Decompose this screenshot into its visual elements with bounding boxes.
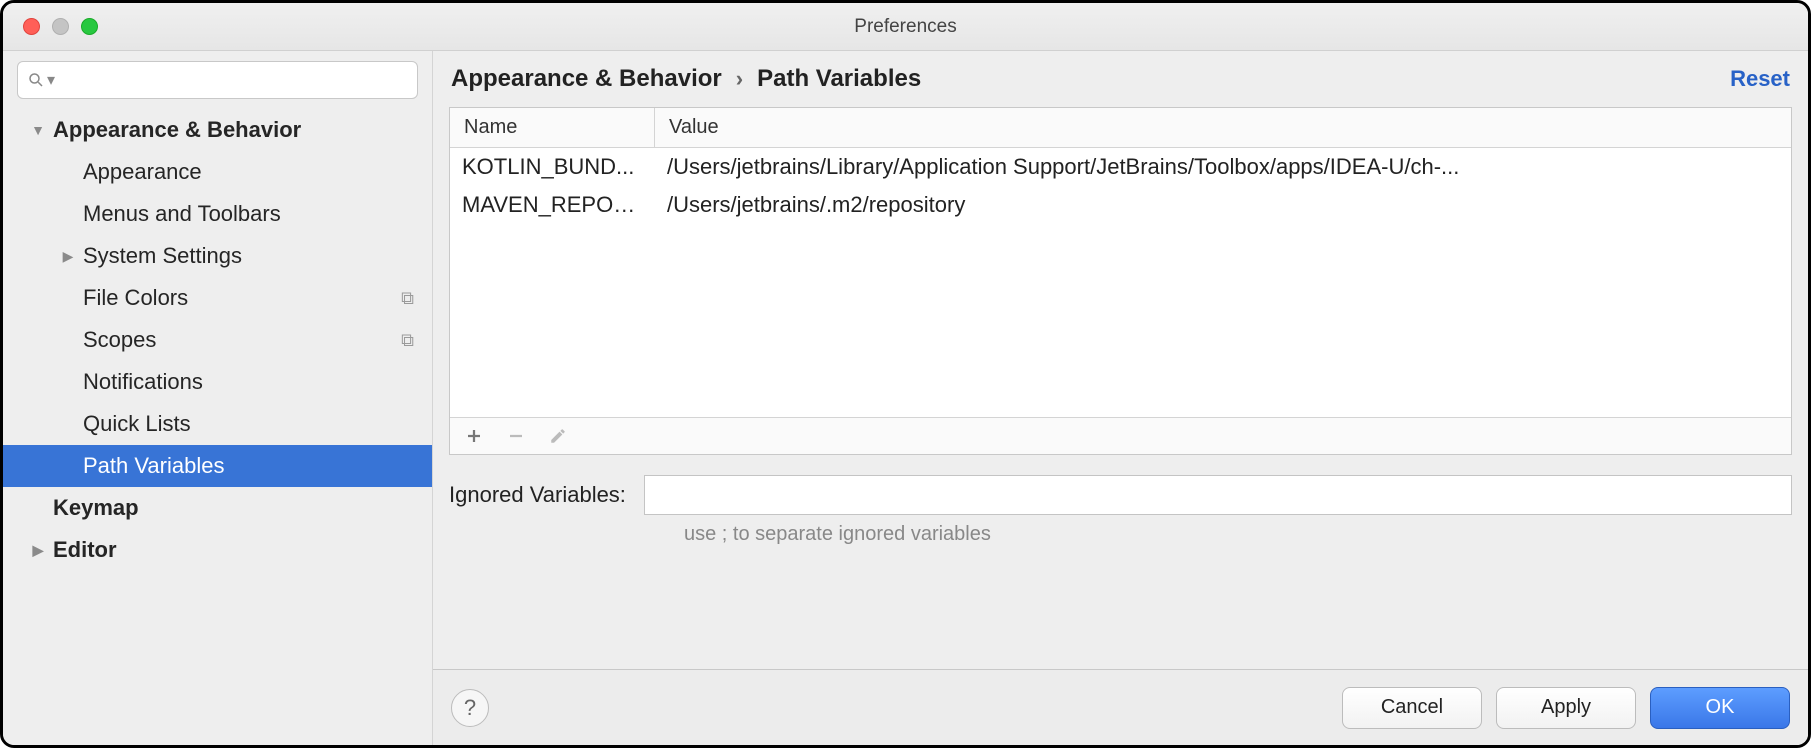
cancel-button[interactable]: Cancel bbox=[1342, 687, 1482, 729]
content-area: Appearance & Behavior › Path Variables R… bbox=[433, 51, 1808, 745]
sidebar-item-appearance-behavior[interactable]: Appearance & Behavior bbox=[3, 109, 432, 151]
column-header-value[interactable]: Value bbox=[655, 108, 1791, 147]
breadcrumb-root: Appearance & Behavior bbox=[451, 65, 722, 93]
reset-link[interactable]: Reset bbox=[1730, 66, 1790, 92]
cell-value: /Users/jetbrains/Library/Application Sup… bbox=[655, 148, 1791, 186]
breadcrumb-separator: › bbox=[736, 66, 743, 92]
sidebar-item-label: Menus and Toolbars bbox=[83, 201, 420, 227]
sidebar-item-system-settings[interactable]: System Settings bbox=[3, 235, 432, 277]
table-toolbar bbox=[450, 417, 1791, 454]
sidebar-item-file-colors[interactable]: File Colors⧉ bbox=[3, 277, 432, 319]
ignored-variables-input[interactable] bbox=[644, 475, 1792, 515]
sidebar-item-editor[interactable]: Editor bbox=[3, 529, 432, 571]
breadcrumb: Appearance & Behavior › Path Variables R… bbox=[433, 51, 1808, 103]
ignored-variables-label: Ignored Variables: bbox=[449, 482, 626, 508]
ignored-variables-hint: use ; to separate ignored variables bbox=[684, 523, 991, 545]
tree-arrow-icon bbox=[29, 542, 47, 559]
cell-name: MAVEN_REPOS... bbox=[450, 186, 655, 224]
sidebar-item-label: Appearance bbox=[83, 159, 420, 185]
sidebar-item-label: Path Variables bbox=[83, 453, 420, 479]
sidebar-item-appearance[interactable]: Appearance bbox=[3, 151, 432, 193]
cell-name: KOTLIN_BUND... bbox=[450, 148, 655, 186]
column-header-name[interactable]: Name bbox=[450, 108, 655, 147]
sidebar-item-label: Quick Lists bbox=[83, 411, 420, 437]
copy-icon: ⧉ bbox=[401, 330, 414, 351]
sidebar-item-label: Scopes bbox=[83, 327, 401, 353]
preferences-window: Preferences ▾ Appearance & BehaviorAppea… bbox=[0, 0, 1811, 748]
table-header: Name Value bbox=[450, 108, 1791, 148]
dialog-footer: ? Cancel Apply OK bbox=[433, 669, 1808, 745]
sidebar-item-scopes[interactable]: Scopes⧉ bbox=[3, 319, 432, 361]
sidebar-item-label: Editor bbox=[53, 537, 420, 563]
apply-button[interactable]: Apply bbox=[1496, 687, 1636, 729]
sidebar: ▾ Appearance & Behavior Appearance Menus a… bbox=[3, 51, 433, 745]
search-icon: ▾ bbox=[27, 70, 55, 90]
main-layout: ▾ Appearance & Behavior Appearance Menus a… bbox=[3, 51, 1808, 745]
sidebar-item-path-variables[interactable]: Path Variables bbox=[3, 445, 432, 487]
table-body: KOTLIN_BUND.../Users/jetbrains/Library/A… bbox=[450, 148, 1791, 417]
path-variables-table: Name Value KOTLIN_BUND.../Users/jetbrain… bbox=[449, 107, 1792, 455]
ok-button[interactable]: OK bbox=[1650, 687, 1790, 729]
settings-tree[interactable]: Appearance & Behavior Appearance Menus and… bbox=[3, 109, 432, 745]
copy-icon: ⧉ bbox=[401, 288, 414, 309]
help-button[interactable]: ? bbox=[451, 689, 489, 727]
sidebar-item-label: Notifications bbox=[83, 369, 420, 395]
sidebar-item-menus-and-toolbars[interactable]: Menus and Toolbars bbox=[3, 193, 432, 235]
titlebar: Preferences bbox=[3, 3, 1808, 51]
table-row[interactable]: MAVEN_REPOS.../Users/jetbrains/.m2/repos… bbox=[450, 186, 1791, 224]
sidebar-item-label: Appearance & Behavior bbox=[53, 117, 420, 143]
remove-button[interactable] bbox=[506, 426, 526, 446]
table-row[interactable]: KOTLIN_BUND.../Users/jetbrains/Library/A… bbox=[450, 148, 1791, 186]
ignored-variables-row: Ignored Variables: bbox=[449, 475, 1792, 515]
sidebar-item-keymap[interactable]: Keymap bbox=[3, 487, 432, 529]
tree-arrow-icon bbox=[29, 122, 47, 138]
tree-arrow-icon bbox=[59, 248, 77, 265]
sidebar-item-notifications[interactable]: Notifications bbox=[3, 361, 432, 403]
sidebar-item-label: Keymap bbox=[53, 495, 420, 521]
sidebar-item-label: System Settings bbox=[83, 243, 420, 269]
breadcrumb-leaf: Path Variables bbox=[757, 65, 921, 93]
edit-button[interactable] bbox=[548, 426, 568, 446]
add-button[interactable] bbox=[464, 426, 484, 446]
window-title: Preferences bbox=[3, 16, 1808, 38]
search-input[interactable] bbox=[17, 61, 418, 99]
cell-value: /Users/jetbrains/.m2/repository bbox=[655, 186, 1791, 224]
sidebar-item-label: File Colors bbox=[83, 285, 401, 311]
sidebar-item-quick-lists[interactable]: Quick Lists bbox=[3, 403, 432, 445]
